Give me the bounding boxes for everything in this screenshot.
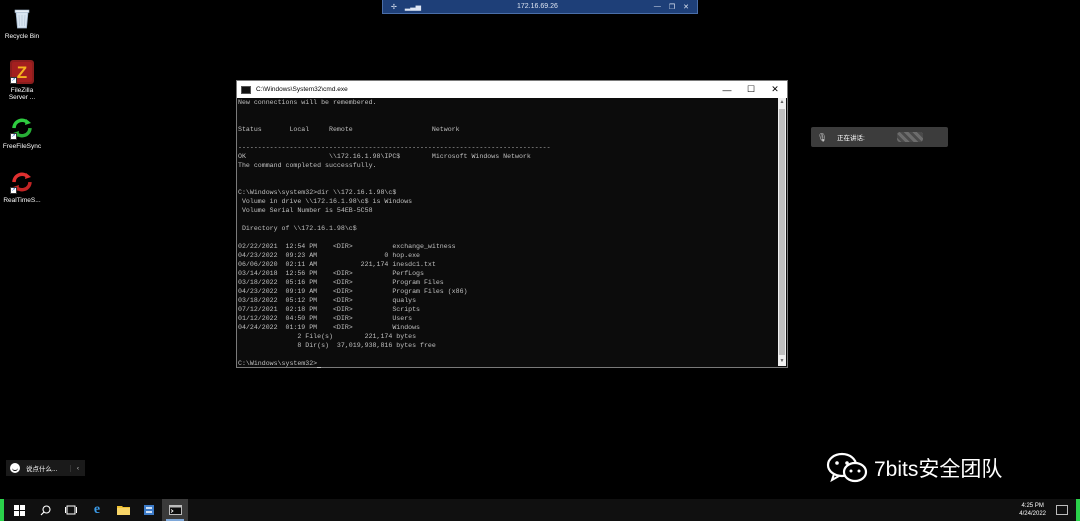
watermark: 7bits安全团队 bbox=[826, 451, 1002, 485]
server-manager-icon bbox=[144, 505, 154, 515]
console-line: The command completed successfully. bbox=[238, 162, 377, 169]
cmd-titlebar[interactable]: C:\Windows\System32\cmd.exe — ☐ ✕ bbox=[237, 81, 787, 98]
console-line: 2 File(s) 221,174 bytes bbox=[238, 333, 417, 340]
console-line: Directory of \\172.16.1.98\c$ bbox=[238, 225, 357, 232]
collapse-chevron-icon[interactable]: ‹ bbox=[70, 464, 85, 472]
watermark-text: 7bits安全团队 bbox=[874, 458, 1003, 481]
search-icon bbox=[40, 504, 51, 515]
wechat-logo-icon bbox=[826, 451, 868, 485]
taskbar: e 4:25 PM 4/24/2022 bbox=[0, 499, 1080, 521]
console-line: 06/06/2020 02:11 AM 221,174 inesdc1.txt bbox=[238, 261, 436, 268]
voice-chat-widget[interactable]: 🎙 正在讲话: bbox=[811, 127, 948, 147]
scroll-up-icon[interactable]: ▲ bbox=[778, 98, 786, 107]
console-line: C:\Windows\system32> bbox=[238, 359, 778, 368]
rdp-connection-bar: ✢ ▂▃▅ 172.16.69.26 — ❐ ✕ bbox=[382, 0, 698, 14]
console-line: 03/18/2022 05:16 PM <DIR> Program Files bbox=[238, 279, 444, 286]
taskbar-file-explorer[interactable] bbox=[110, 499, 136, 521]
recycle-bin-icon bbox=[10, 6, 34, 30]
realtimesync-icon: ↗ bbox=[10, 170, 34, 194]
window-title: C:\Windows\System32\cmd.exe bbox=[256, 86, 348, 93]
console-line: Volume Serial Number is 54EB-5C58 bbox=[238, 207, 373, 214]
close-icon[interactable]: ✕ bbox=[683, 3, 689, 11]
pin-icon[interactable]: ✢ bbox=[391, 3, 397, 11]
cmd-icon bbox=[241, 85, 251, 94]
console-line: 07/12/2021 02:18 PM <DIR> Scripts bbox=[238, 306, 421, 313]
signal-icon: ▂▃▅ bbox=[404, 3, 422, 11]
console-line: OK \\172.16.1.98\IPC$ Microsoft Windows … bbox=[238, 153, 531, 160]
windows-logo-icon bbox=[13, 504, 25, 516]
desktop-icon-label: FreeFileSync bbox=[2, 143, 42, 150]
taskbar-clock[interactable]: 4:25 PM 4/24/2022 bbox=[1019, 502, 1046, 518]
minimize-icon[interactable]: — bbox=[715, 81, 739, 98]
chat-input-placeholder: 说点什么... bbox=[26, 466, 58, 473]
filezilla-icon: Z ↗ bbox=[10, 60, 34, 84]
task-view-icon bbox=[65, 505, 77, 515]
console-line: 03/14/2018 12:56 PM <DIR> PerfLogs bbox=[238, 270, 424, 277]
internet-explorer-icon: e bbox=[93, 502, 101, 517]
desktop-icon-label: RealTimeS... bbox=[3, 197, 41, 204]
clock-date: 4/24/2022 bbox=[1019, 511, 1046, 517]
console-line: 8 Dir(s) 37,019,938,816 bytes free bbox=[238, 342, 436, 349]
console-line: ----------------------------------------… bbox=[238, 144, 551, 151]
desktop-icon-filezilla-server[interactable]: Z ↗ FileZilla Server ... bbox=[1, 60, 43, 102]
svg-text:Z: Z bbox=[17, 63, 27, 82]
vertical-scrollbar[interactable]: ▲ ▼ bbox=[778, 98, 786, 366]
voice-widget-label: 正在讲话: bbox=[837, 135, 865, 142]
desktop-icon-freefilesync[interactable]: ↗ FreeFileSync bbox=[1, 116, 43, 150]
notifications-icon[interactable] bbox=[1056, 505, 1068, 515]
console-line: C:\Windows\system32>dir \\172.16.1.98\c$ bbox=[238, 189, 397, 196]
freefilesync-icon: ↗ bbox=[10, 116, 34, 140]
desktop-icon-realtimesync[interactable]: ↗ RealTimeS... bbox=[1, 170, 43, 204]
microphone-icon: 🎙 bbox=[817, 132, 828, 142]
shortcut-arrow-icon: ↗ bbox=[10, 187, 17, 194]
search-button[interactable] bbox=[32, 499, 58, 521]
shortcut-arrow-icon: ↗ bbox=[10, 77, 17, 84]
taskbar-cmd[interactable] bbox=[162, 499, 188, 521]
console-line: Status Local Remote Network bbox=[238, 126, 460, 133]
rdp-host: 172.16.69.26 bbox=[517, 3, 558, 10]
console-line: 03/18/2022 05:12 PM <DIR> qualys bbox=[238, 297, 417, 304]
console-line: Volume in drive \\172.16.1.98\c$ is Wind… bbox=[238, 198, 413, 205]
taskbar-internet-explorer[interactable]: e bbox=[84, 499, 110, 521]
console-line: New connections will be remembered. bbox=[238, 99, 377, 106]
minimize-icon[interactable]: — bbox=[654, 3, 661, 10]
chat-input-bar[interactable]: 说点什么... ‹ bbox=[6, 460, 85, 476]
folder-icon bbox=[116, 506, 130, 515]
text-cursor bbox=[317, 367, 322, 368]
system-tray: 4:25 PM 4/24/2022 bbox=[1013, 499, 1068, 521]
right-edge-strip bbox=[1076, 499, 1080, 521]
console-output[interactable]: New connections will be remembered. Statu… bbox=[238, 98, 778, 368]
taskbar-server-manager[interactable] bbox=[136, 499, 162, 521]
start-button[interactable] bbox=[6, 499, 32, 521]
maximize-icon[interactable]: ☐ bbox=[739, 81, 763, 98]
desktop-icon-recycle-bin[interactable]: Recycle Bin bbox=[1, 6, 43, 40]
console-line: 04/23/2022 09:23 AM 0 hop.exe bbox=[238, 252, 421, 259]
scrollbar-thumb[interactable] bbox=[779, 109, 785, 355]
console-line: 02/22/2021 12:54 PM <DIR> exchange_witne… bbox=[238, 243, 456, 250]
desktop-icon-label: Recycle Bin bbox=[4, 33, 40, 40]
console-line: 04/24/2022 01:19 PM <DIR> Windows bbox=[238, 324, 421, 331]
close-icon[interactable]: ✕ bbox=[763, 81, 787, 98]
console-line: 04/23/2022 09:19 AM <DIR> Program Files … bbox=[238, 288, 468, 295]
console-line: 01/12/2022 04:50 PM <DIR> Users bbox=[238, 315, 413, 322]
desktop-icon-label: FileZilla Server ... bbox=[8, 87, 36, 102]
speaker-avatar bbox=[896, 132, 923, 142]
restore-icon[interactable]: ❐ bbox=[669, 3, 675, 11]
left-edge-strip bbox=[0, 499, 4, 521]
cmd-window[interactable]: C:\Windows\System32\cmd.exe — ☐ ✕ New co… bbox=[236, 80, 788, 368]
scroll-down-icon[interactable]: ▼ bbox=[778, 357, 786, 366]
task-view-button[interactable] bbox=[58, 499, 84, 521]
command-prompt-icon bbox=[168, 505, 182, 515]
emoji-icon[interactable] bbox=[10, 463, 20, 473]
clock-time: 4:25 PM bbox=[1021, 503, 1044, 509]
shortcut-arrow-icon: ↗ bbox=[10, 133, 17, 140]
